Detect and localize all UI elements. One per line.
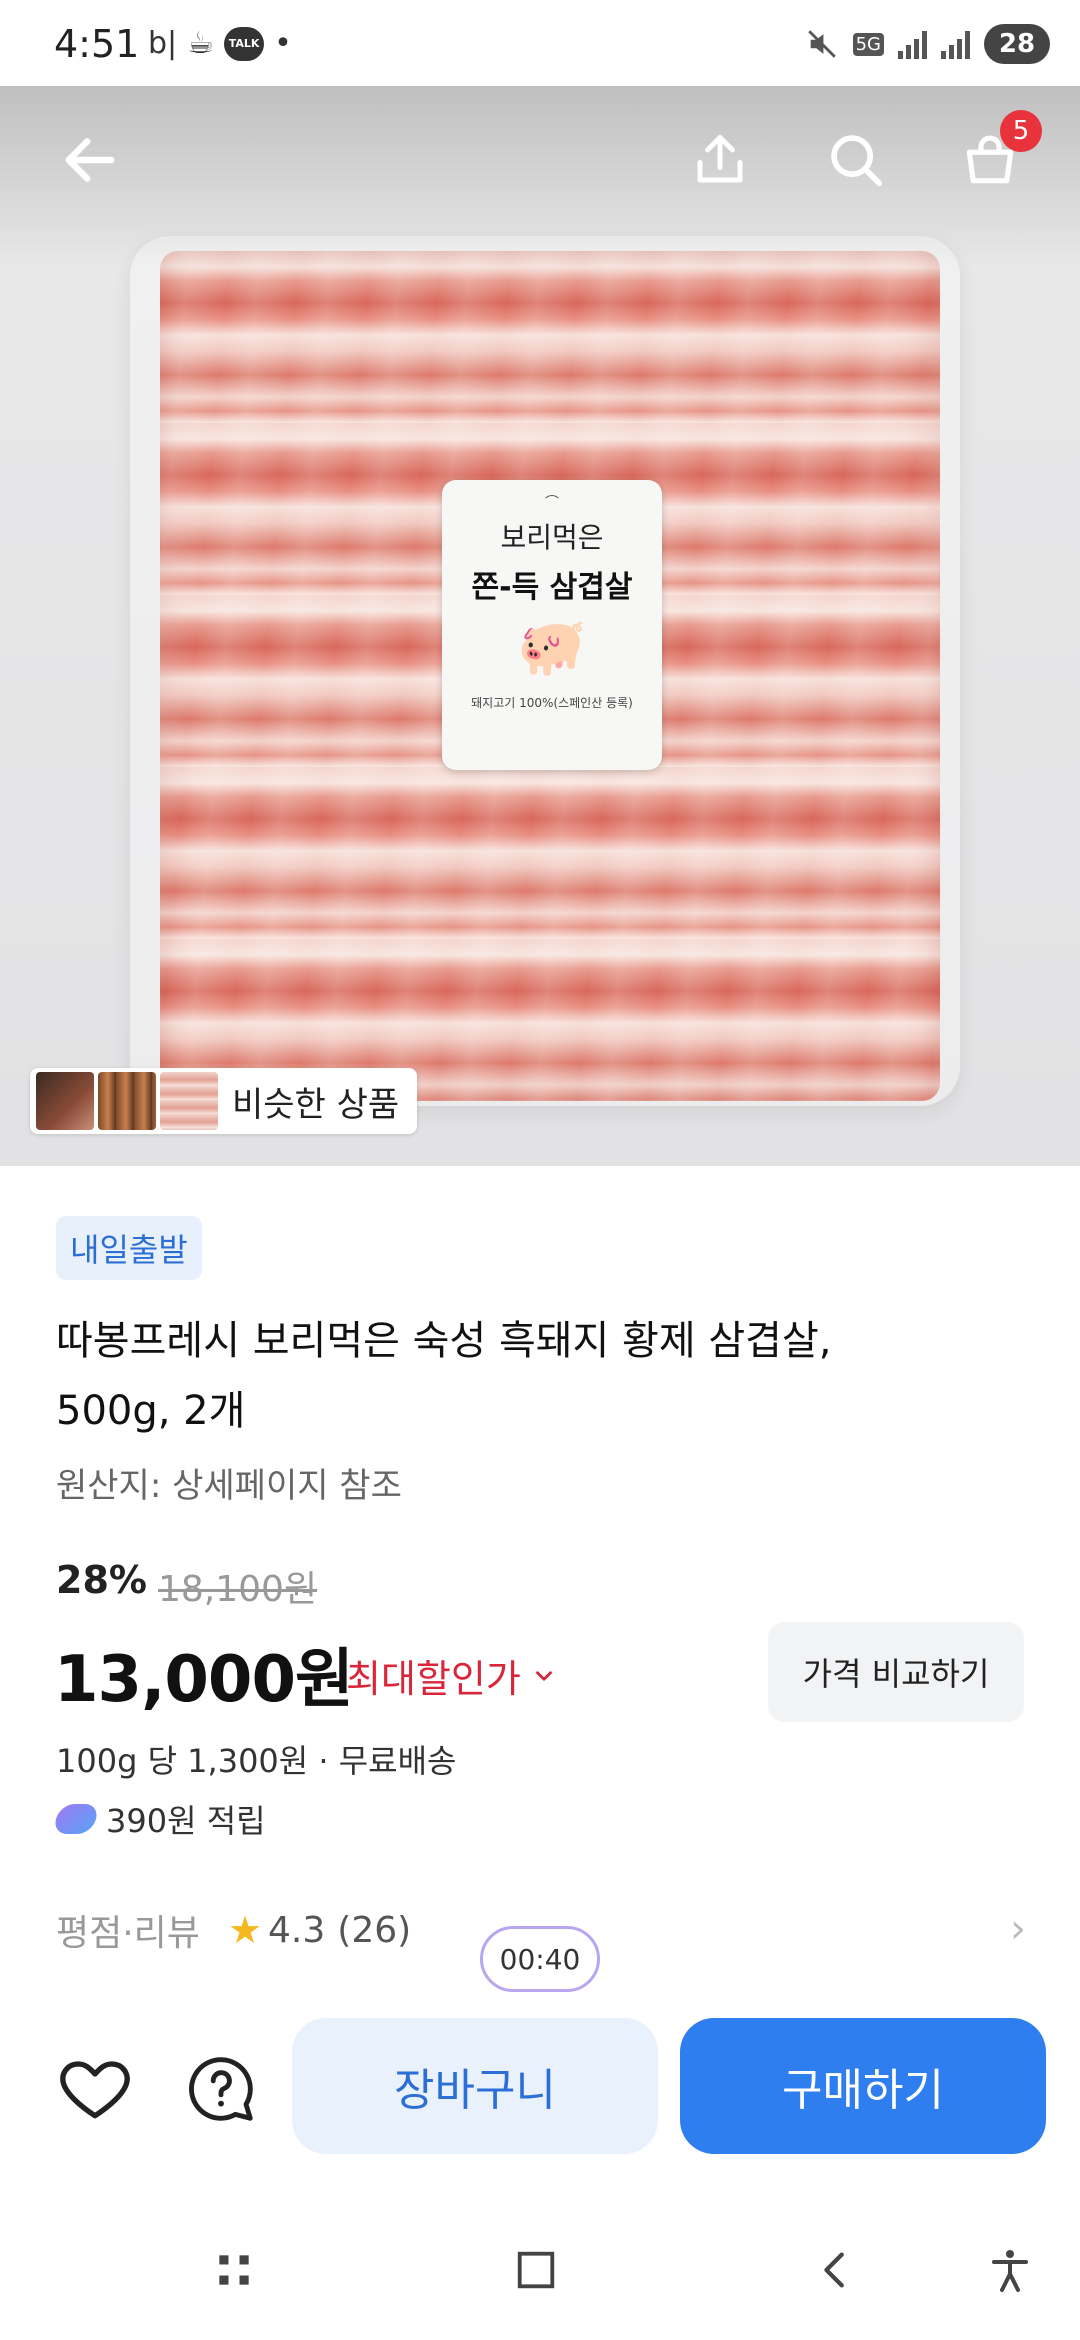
add-to-cart-button[interactable]: 장바구니 [292,2018,658,2154]
recent-apps-button[interactable] [194,2230,274,2310]
question-bubble-icon [189,2057,253,2121]
home-button[interactable] [496,2230,576,2310]
system-back-button[interactable] [796,2230,876,2310]
recent-apps-icon [219,2255,249,2285]
unit-price-shipping: 100g 당 1,300원 · 무료배송 [56,1742,457,1780]
signal-icon [898,29,927,59]
best-price-dropdown[interactable]: 최대할인가 [346,1648,557,1703]
similar-thumb-3 [160,1072,218,1130]
chevron-right-icon: › [1010,1906,1026,1952]
sale-price: 13,000원 [54,1643,354,1717]
similar-thumb-2 [98,1072,156,1130]
chevron-left-icon [824,2252,844,2288]
label-arc-decoration: ⌒ [545,495,559,511]
delivery-badge: 내일출발 [56,1216,202,1280]
battery-indicator: 28 [984,24,1050,64]
heart-icon [60,2061,130,2119]
accessibility-icon [992,2250,1028,2292]
status-time: 4:51 [54,22,140,66]
status-notification-icons: b| ☕ TALK • [148,26,292,61]
chevron-down-icon [535,1670,552,1681]
similar-products-button[interactable]: 비슷한 상품 [30,1068,418,1134]
similar-thumb-1 [36,1072,94,1130]
wishlist-button[interactable] [50,2044,140,2134]
buy-now-button[interactable]: 구매하기 [680,2018,1046,2154]
status-bar: 4:51 b| ☕ TALK • 5G 28 [0,0,1080,86]
home-square-icon [517,2251,555,2289]
top-shade [0,86,1080,266]
origin-text: 원산지: 상세페이지 참조 [56,1466,402,1506]
coffee-icon: ☕ [187,26,215,61]
share-icon [697,135,743,183]
back-button[interactable] [50,120,130,200]
cart-count-badge: 5 [1000,110,1042,152]
system-nav-bar [0,2200,1080,2340]
review-count: (26) [337,1909,412,1951]
best-price-label: 최대할인가 [346,1657,521,1701]
points-icon [51,1804,101,1834]
product-image[interactable]: ⌒ 보리먹은 쫀-득 삼겹살 🐖 돼지고기 100%(스페인산 등록) [0,86,1080,1166]
product-label-sticker: ⌒ 보리먹은 쫀-득 삼겹살 🐖 돼지고기 100%(스페인산 등록) [442,480,662,770]
label-line2: 쫀-득 삼겹살 [471,570,633,605]
product-title: 따봉프레시 보리먹은 숙성 흑돼지 황제 삼겹살, 500g, 2개 [56,1318,832,1434]
accessibility-button[interactable] [970,2230,1050,2310]
label-small-text: 돼지고기 100%(스페인산 등록) [471,696,633,710]
rating-score: 4.3 [268,1909,326,1951]
points-label: 390원 적립 [106,1802,266,1840]
status-system-icons: 5G 28 [805,24,1050,64]
kakaotalk-icon: TALK [224,26,265,61]
rating-label: 평점·리뷰 [56,1913,200,1954]
price-compare-button[interactable]: 가격 비교하기 [768,1622,1024,1722]
network-5g-icon: 5G [852,32,884,56]
label-line1: 보리먹은 [500,521,604,554]
search-icon [831,135,883,187]
more-notifications-dot: • [274,26,292,61]
mute-icon [807,30,836,58]
discount-rate: 28% [56,1558,147,1602]
app-b-icon: b| [148,26,178,61]
share-button[interactable] [680,120,760,200]
reward-points: 390원 적립 [51,1796,266,1842]
signal-icon-2 [941,29,970,59]
search-button[interactable] [816,120,896,200]
star-icon: ★ [227,1908,263,1952]
similar-products-label: 비슷한 상품 [232,1084,400,1125]
pig-icon: 🐖 [517,615,587,680]
arrow-left-icon [65,138,115,182]
inquiry-button[interactable] [176,2044,266,2134]
timer-badge[interactable]: 00:40 [480,1926,600,1992]
original-price: 18,100원 [158,1569,318,1610]
